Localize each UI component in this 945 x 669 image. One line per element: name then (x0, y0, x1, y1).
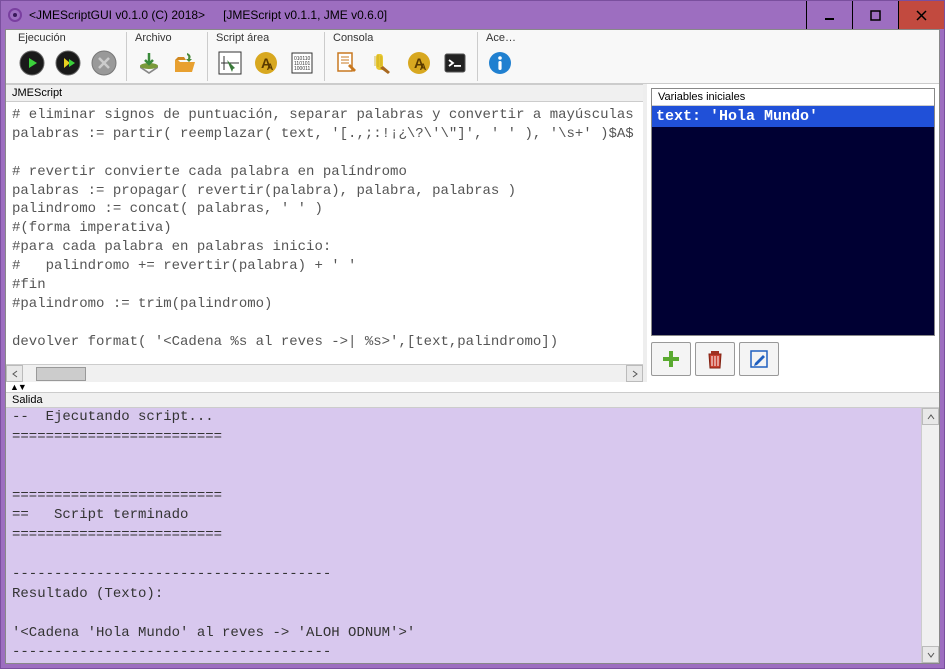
binary-view-button[interactable]: 010110110101100011 (286, 47, 318, 79)
toolgroup-ejecucion: Ejecución (10, 32, 127, 81)
toolbar: Ejecución Archivo Script área AA (6, 30, 939, 84)
svg-text:100011: 100011 (294, 66, 311, 72)
client-area: Ejecución Archivo Script área AA (5, 29, 940, 664)
svg-text:A: A (420, 62, 427, 72)
window-title-1: <JMEScriptGUI v0.1.0 (C) 2018> (29, 8, 205, 22)
maximize-button[interactable] (852, 1, 898, 29)
toolgroup-label: Script área (214, 32, 318, 46)
clear-output-button[interactable] (367, 47, 399, 79)
terminal-button[interactable] (439, 47, 471, 79)
scroll-left-icon[interactable] (6, 365, 23, 382)
script-pane-title: JMEScript (6, 84, 643, 102)
window-title-2: [JMEScript v0.1.1, JME v0.6.0] (223, 8, 387, 22)
middle-area: JMEScript Variables iniciales text: 'Hol… (6, 84, 939, 382)
copy-output-button[interactable] (331, 47, 363, 79)
about-button[interactable] (484, 47, 516, 79)
output-pane-title: Salida (6, 393, 939, 408)
variable-row[interactable]: text: 'Hola Mundo' (652, 106, 934, 127)
run-step-button[interactable] (52, 47, 84, 79)
minimize-button[interactable] (806, 1, 852, 29)
toolgroup-label: Archivo (133, 32, 201, 46)
variables-pane-title: Variables iniciales (652, 89, 934, 106)
titlebar[interactable]: <JMEScriptGUI v0.1.0 (C) 2018> [JMEScrip… (1, 1, 944, 29)
cursor-position-button[interactable] (214, 47, 246, 79)
main-window: <JMEScriptGUI v0.1.0 (C) 2018> [JMEScrip… (0, 0, 945, 669)
script-hscroll[interactable] (6, 364, 643, 382)
run-button[interactable] (16, 47, 48, 79)
toolgroup-archivo: Archivo (127, 32, 208, 81)
splitter-handle[interactable]: ▲▼ (6, 382, 939, 392)
toolgroup-label: Ace… (484, 32, 516, 46)
add-variable-button[interactable] (651, 342, 691, 376)
script-editor[interactable] (6, 102, 643, 364)
variables-pane: Variables iniciales text: 'Hola Mundo' (643, 84, 939, 382)
close-button[interactable] (898, 1, 944, 29)
scroll-right-icon[interactable] (626, 365, 643, 382)
app-icon (7, 7, 23, 23)
variables-list[interactable]: text: 'Hola Mundo' (652, 106, 934, 335)
output-vscroll[interactable] (921, 408, 939, 663)
delete-variable-button[interactable] (695, 342, 735, 376)
toolgroup-label: Ejecución (16, 32, 120, 46)
toolgroup-acerca: Ace… (478, 32, 522, 81)
save-button[interactable] (133, 47, 165, 79)
scroll-up-icon[interactable] (922, 408, 939, 425)
toolgroup-consola: Consola AA (325, 32, 478, 81)
font-console-button[interactable]: AA (403, 47, 435, 79)
font-script-button[interactable]: AA (250, 47, 282, 79)
edit-variable-button[interactable] (739, 342, 779, 376)
toolgroup-script-area: Script área AA 010110110101100011 (208, 32, 325, 81)
window-controls (806, 1, 944, 29)
svg-text:A: A (267, 62, 274, 72)
output-console[interactable]: -- Ejecutando script... ================… (6, 408, 921, 663)
toolgroup-label: Consola (331, 32, 471, 46)
script-pane: JMEScript (6, 84, 643, 382)
scroll-down-icon[interactable] (922, 646, 939, 663)
stop-button[interactable] (88, 47, 120, 79)
output-pane: Salida -- Ejecutando script... =========… (6, 392, 939, 663)
open-button[interactable] (169, 47, 201, 79)
scroll-thumb[interactable] (36, 367, 86, 381)
